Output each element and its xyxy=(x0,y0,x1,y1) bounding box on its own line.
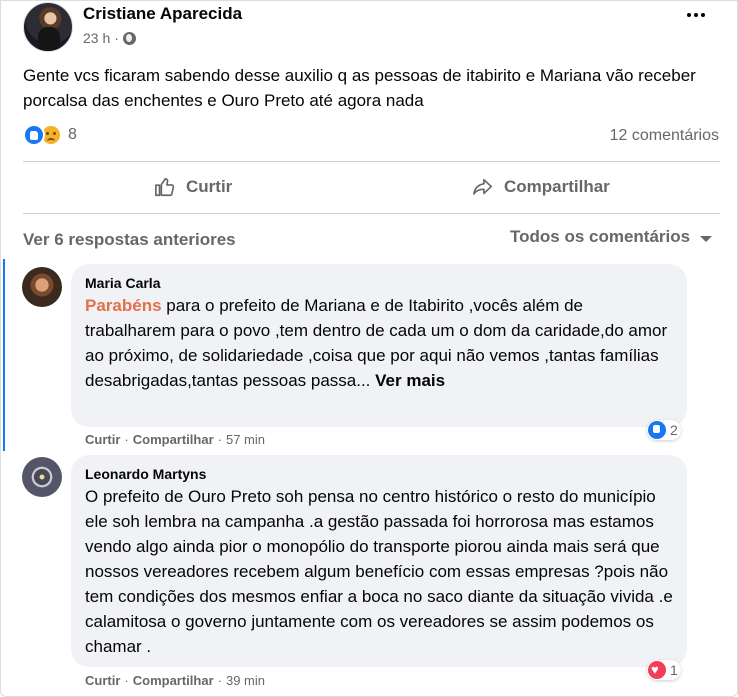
comment-highlight-bar xyxy=(3,259,5,451)
thumbs-up-icon xyxy=(155,177,175,197)
comment-reactions[interactable]: 2 xyxy=(647,420,681,440)
dot-icon xyxy=(701,13,705,17)
love-icon xyxy=(648,661,666,679)
globe-icon xyxy=(122,31,136,45)
comment-like-button[interactable]: Curtir xyxy=(85,432,120,447)
comment-share-button[interactable]: Compartilhar xyxy=(133,673,214,688)
comment-avatar[interactable] xyxy=(22,267,62,307)
comment-time[interactable]: 39 min xyxy=(226,673,265,688)
dot-icon xyxy=(687,13,691,17)
post-author-avatar[interactable] xyxy=(23,2,73,52)
comment-author[interactable]: Leonardo Martyns xyxy=(85,464,673,484)
separator-dot: · xyxy=(217,432,222,447)
divider xyxy=(23,213,720,214)
comment-actions: Curtir · Compartilhar · 39 min xyxy=(85,673,265,688)
comment-reactions[interactable]: 1 xyxy=(647,660,681,680)
comment-time[interactable]: 57 min xyxy=(226,432,265,447)
comments-count-link[interactable]: 12 comentários xyxy=(610,127,719,145)
post-time[interactable]: 23 h xyxy=(83,30,110,46)
comment-reaction-count: 2 xyxy=(670,422,678,438)
comment-avatar[interactable] xyxy=(22,457,62,497)
comment-bubble: Leonardo Martyns O prefeito de Ouro Pret… xyxy=(71,455,687,667)
post-meta: 23 h · xyxy=(83,30,136,46)
comment-like-button[interactable]: Curtir xyxy=(85,673,120,688)
like-icon xyxy=(648,421,666,439)
comment-sort-dropdown[interactable]: Todos os comentários xyxy=(510,227,713,247)
comment-text: Parabéns para o prefeito de Mariana e de… xyxy=(85,293,673,393)
comment-share-button[interactable]: Compartilhar xyxy=(133,432,214,447)
dot-icon xyxy=(694,13,698,17)
share-label: Compartilhar xyxy=(504,177,610,196)
post-card: Cristiane Aparecida 23 h · Gente vcs fic… xyxy=(0,0,738,697)
comment-actions: Curtir · Compartilhar · 57 min xyxy=(85,432,265,447)
share-icon xyxy=(473,178,493,195)
like-icon xyxy=(23,124,45,146)
more-options-button[interactable] xyxy=(687,13,707,21)
like-label: Curtir xyxy=(186,177,233,196)
caret-down-icon xyxy=(700,235,713,242)
see-more-link[interactable]: Ver mais xyxy=(375,371,445,390)
comment-highlight-word[interactable]: Parabéns xyxy=(85,296,162,315)
like-button[interactable]: Curtir xyxy=(154,176,232,198)
comment-bubble: Maria Carla Parabéns para o prefeito de … xyxy=(71,264,687,427)
separator-dot: · xyxy=(217,673,222,688)
divider xyxy=(23,161,720,162)
comment-sort-label: Todos os comentários xyxy=(510,227,691,246)
post-reactions[interactable]: 8 xyxy=(23,124,77,146)
meta-separator: · xyxy=(114,30,119,46)
separator-dot: · xyxy=(124,432,129,447)
comment-author[interactable]: Maria Carla xyxy=(85,273,673,293)
share-button[interactable]: Compartilhar xyxy=(472,176,610,198)
comment-reaction-count: 1 xyxy=(670,662,678,678)
reaction-count: 8 xyxy=(68,126,77,143)
separator-dot: · xyxy=(124,673,129,688)
view-previous-replies-link[interactable]: Ver 6 respostas anteriores xyxy=(23,230,236,250)
post-author-name[interactable]: Cristiane Aparecida xyxy=(83,4,242,24)
comment-body: O prefeito de Ouro Preto soh pensa no ce… xyxy=(85,487,673,656)
post-text: Gente vcs ficaram sabendo desse auxilio … xyxy=(23,66,696,110)
